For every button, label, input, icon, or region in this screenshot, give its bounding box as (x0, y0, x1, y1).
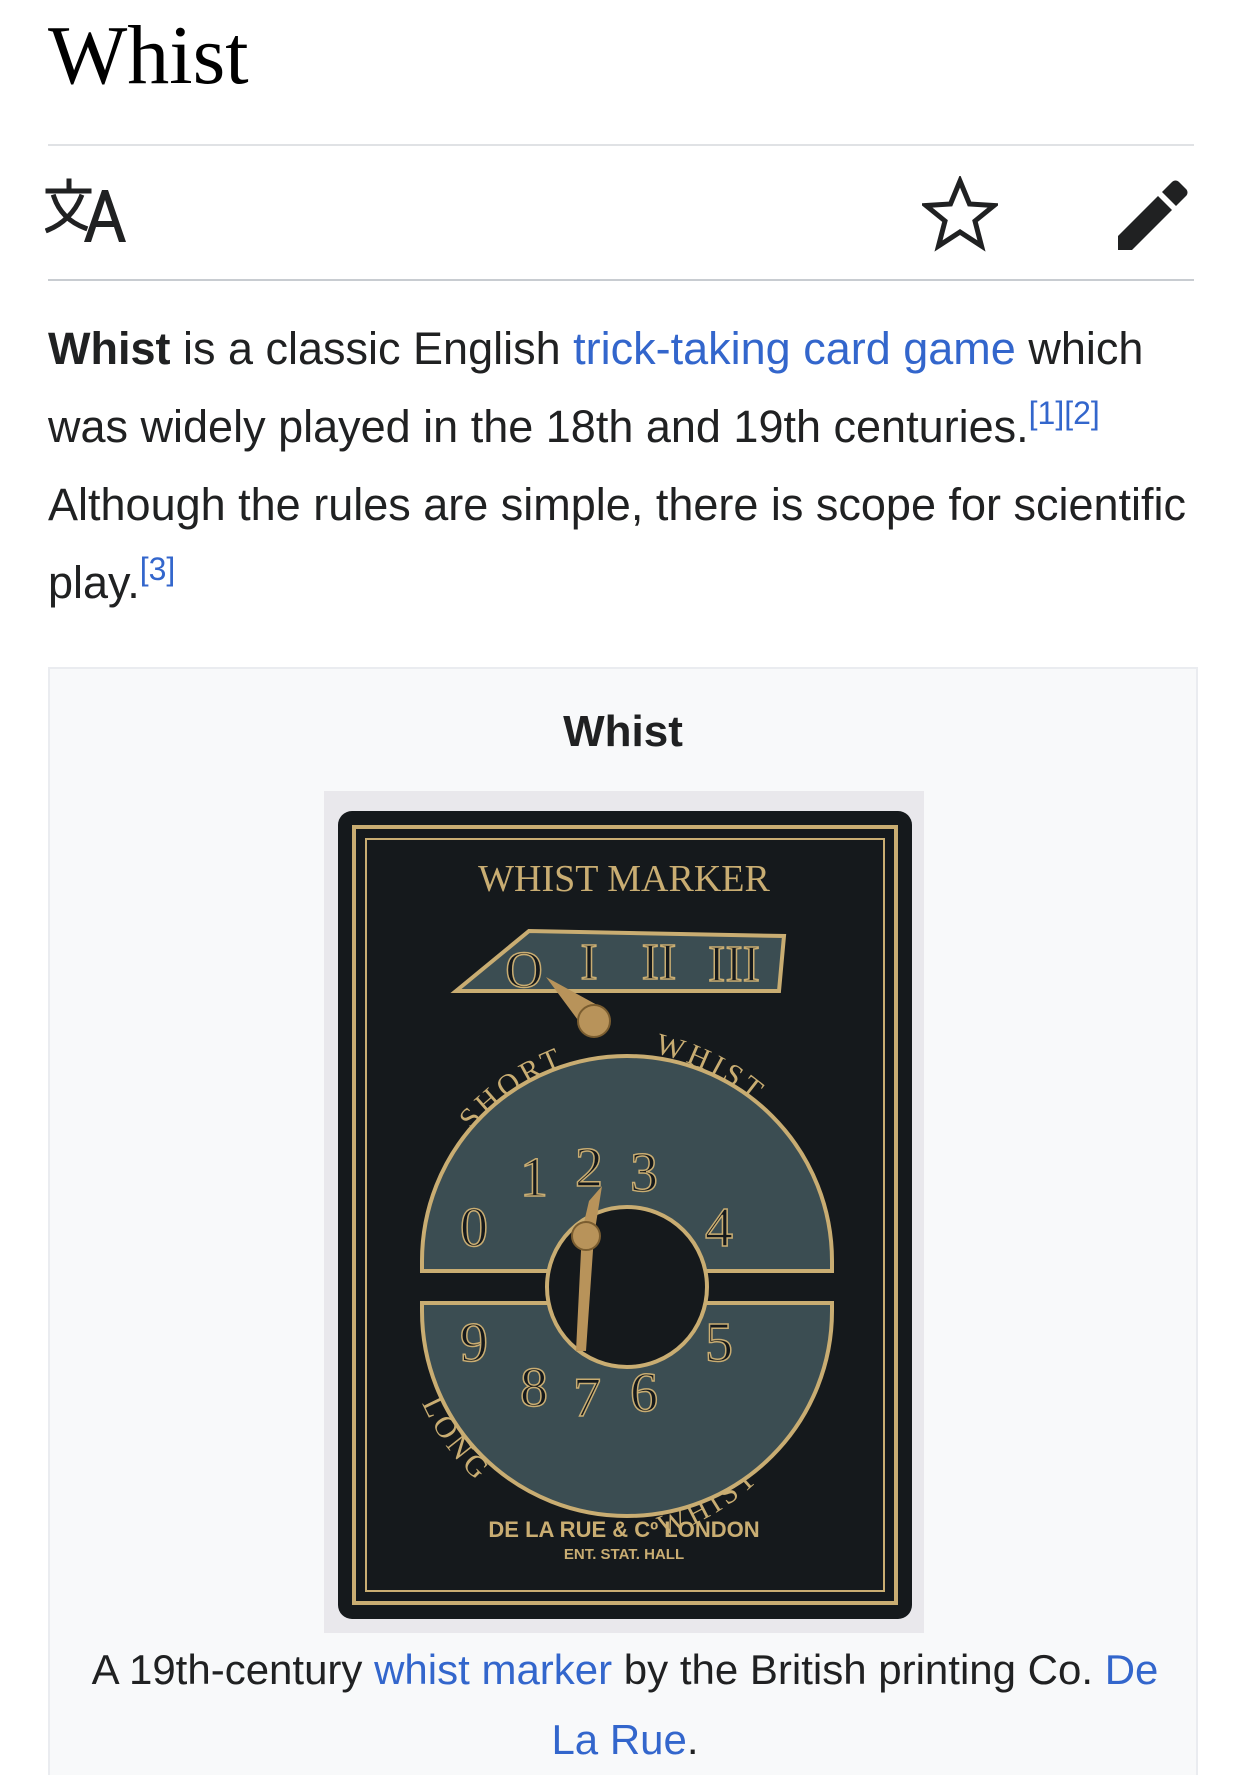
pencil-icon[interactable] (1118, 178, 1190, 250)
lower-dial-label: 1 (520, 1147, 548, 1209)
lower-dial-label: 9 (460, 1312, 488, 1374)
caption-text: by the British printing Co. (612, 1646, 1105, 1693)
reference-link[interactable]: [3] (140, 551, 176, 587)
reference-link[interactable]: [1] (1029, 395, 1065, 431)
lower-dial-label: 5 (705, 1312, 733, 1374)
marker-header: WHIST MARKER (478, 858, 770, 900)
caption-text: . (686, 1716, 699, 1763)
toolbar-divider (48, 279, 1194, 281)
star-icon[interactable] (922, 176, 998, 252)
lower-dial-label: 4 (705, 1197, 733, 1259)
infobox: Whist WHIST MARKER O I II III SHORT WHIS… (48, 667, 1198, 1775)
lower-dial-label: 7 (573, 1367, 601, 1429)
upper-dial-label: I (580, 934, 597, 991)
reference-3: [3] (140, 551, 176, 587)
title-divider (48, 144, 1194, 146)
reference-1: [1][2] (1029, 395, 1100, 431)
lead-bold-term: Whist (48, 323, 171, 374)
link-trick-taking-card-game[interactable]: trick-taking card game (573, 323, 1016, 374)
translate-icon[interactable] (45, 178, 127, 244)
link-whist-marker[interactable]: whist marker (374, 1646, 612, 1693)
infobox-title: Whist (563, 707, 683, 756)
lower-dial-label: 8 (520, 1357, 548, 1419)
lower-dial-label: 3 (630, 1142, 658, 1204)
reference-link[interactable]: [2] (1064, 395, 1100, 431)
upper-dial-label: O (505, 942, 543, 999)
lower-dial-label: 0 (460, 1197, 488, 1259)
marker-maker: DE LA RUE & Cº LONDON (488, 1517, 759, 1542)
whist-marker-image[interactable]: WHIST MARKER O I II III SHORT WHIST. LON… (324, 791, 924, 1633)
lead-text: Although the rules are simple, there is … (48, 479, 1187, 608)
marker-registration: ENT. STAT. HALL (564, 1546, 684, 1563)
image-caption: A 19th-century whist marker by the Briti… (70, 1635, 1180, 1775)
lead-paragraph: Whist is a classic English trick-taking … (48, 310, 1198, 622)
lower-dial-label: 6 (630, 1362, 658, 1424)
upper-dial-label: II (642, 934, 677, 991)
upper-dial-label: III (708, 936, 760, 993)
page-title: Whist (48, 9, 249, 102)
caption-text: A 19th-century (91, 1646, 375, 1693)
lead-text: is a classic English (170, 323, 574, 374)
